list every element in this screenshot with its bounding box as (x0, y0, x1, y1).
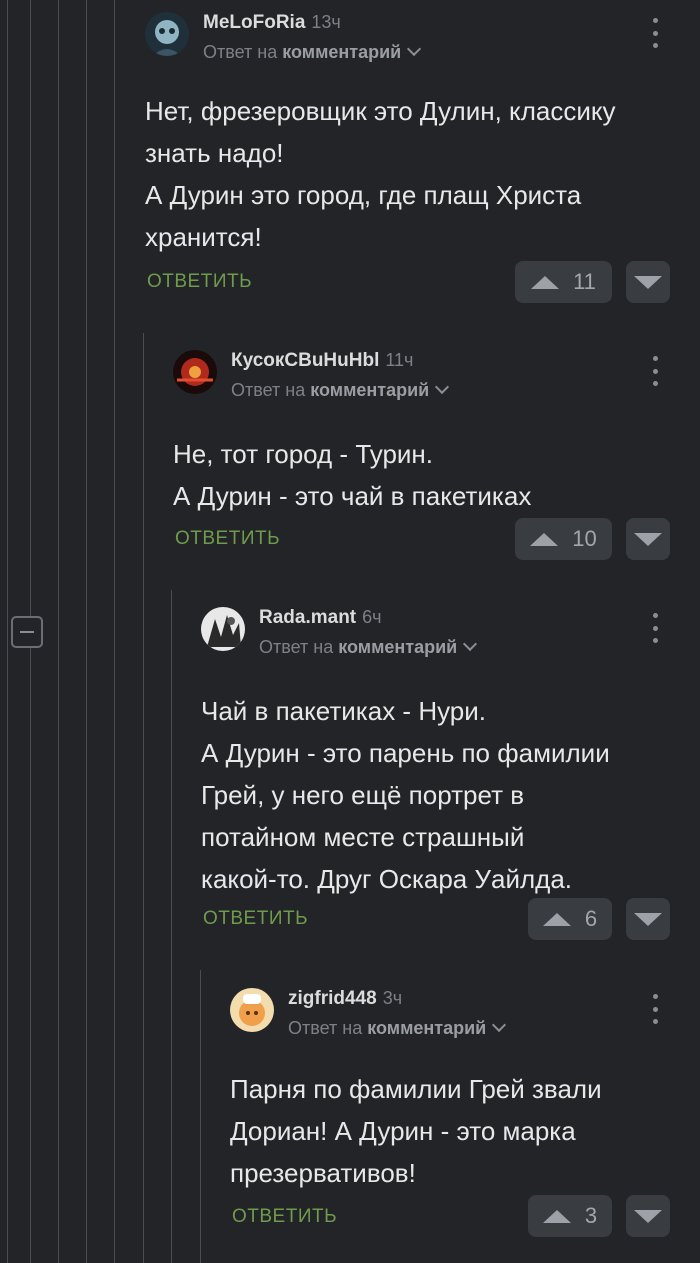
thread-line (143, 333, 144, 1263)
username-text[interactable]: zigfrid448 (288, 988, 377, 1009)
username-text[interactable]: КусокСВuHuHbl (231, 350, 379, 371)
comment-text: Чай в пакетиках - Нури. А Дурин - это па… (201, 690, 610, 900)
reply-to[interactable]: Ответ на комментарий (231, 379, 450, 401)
comment-line: Парня по фамилии Грей звали (230, 1074, 602, 1104)
reply-button[interactable]: ОТВЕТИТЬ (147, 271, 252, 293)
downvote-button[interactable] (626, 261, 670, 303)
reply-prefix: Ответ на (231, 380, 306, 400)
downvote-button[interactable] (626, 898, 670, 940)
rating-count: 6 (584, 906, 598, 931)
comment-line: Чай в пакетиках - Нури. (201, 696, 487, 726)
comment-line: потайном месте страшный (201, 822, 525, 852)
username-text[interactable]: Rada.mant (259, 607, 356, 628)
kebab-menu-icon[interactable] (643, 994, 667, 1024)
thread-line (200, 970, 201, 1263)
chevron-down-icon (435, 379, 450, 395)
comment: Rada.mant 6ч Ответ на комментарий Чай в п… (201, 607, 670, 947)
username[interactable]: zigfrid448 3ч (288, 988, 402, 1010)
avatar[interactable] (173, 350, 217, 394)
kebab-menu-icon[interactable] (643, 356, 667, 386)
thread-line (7, 0, 8, 1263)
rating-count: 10 (572, 526, 597, 551)
username[interactable]: MeLoFoRia 13ч (203, 12, 341, 34)
comment-line: презервативов! (230, 1158, 416, 1188)
thread-line (171, 590, 172, 1263)
rating-count: 3 (584, 1203, 598, 1228)
comment-text: Нет, фрезеровщик это Дулин, классику зна… (145, 90, 616, 258)
username-text[interactable]: MeLoFoRia (203, 12, 305, 33)
avatar[interactable] (230, 988, 274, 1032)
comment-time: 11ч (385, 350, 414, 370)
downvote-icon (634, 1209, 662, 1223)
reply-prefix: Ответ на (288, 1018, 363, 1038)
collapse-icon (20, 631, 34, 633)
upvote-icon (531, 275, 560, 289)
chevron-down-icon (463, 636, 478, 652)
comment-line: какой-то. Друг Оскара Уайлда. (201, 864, 573, 894)
kebab-menu-icon[interactable] (643, 18, 667, 48)
downvote-icon (634, 532, 662, 546)
comment-text: Парня по фамилии Грей звали Дориан! А Ду… (230, 1068, 602, 1194)
reply-prefix: Ответ на (203, 42, 278, 62)
username[interactable]: КусокСВuHuHbl 11ч (231, 350, 413, 372)
upvote-icon (542, 912, 571, 926)
upvote-icon (530, 532, 559, 546)
chevron-down-icon (407, 41, 422, 57)
upvote-button[interactable]: 10 (515, 518, 612, 560)
comment-line: А Дурин - это чай в пакетиках (173, 481, 532, 511)
kebab-menu-icon[interactable] (643, 613, 667, 643)
comment-line: знать надо! (145, 138, 284, 168)
downvote-icon (634, 275, 662, 289)
upvote-button[interactable]: 3 (528, 1195, 612, 1237)
reply-target-link[interactable]: комментарий (282, 42, 401, 62)
chevron-down-icon (492, 1017, 507, 1033)
downvote-icon (634, 912, 662, 926)
comment-line: А Дурин это город, где плащ Христа (145, 180, 582, 210)
thread-line (58, 0, 59, 1263)
comment: MeLoFoRia 13ч Ответ на комментарий Нет, ф… (145, 12, 670, 312)
thread-line (86, 0, 87, 1263)
comment-line: Не, тот город - Турин. (173, 439, 434, 469)
reply-to[interactable]: Ответ на комментарий (203, 41, 422, 63)
username[interactable]: Rada.mant 6ч (259, 607, 382, 629)
avatar[interactable] (145, 12, 189, 56)
comment-time: 13ч (311, 12, 341, 32)
rating-count: 11 (573, 269, 596, 294)
comment-time: 3ч (382, 988, 403, 1008)
reply-to[interactable]: Ответ на комментарий (288, 1017, 507, 1039)
avatar[interactable] (201, 607, 245, 651)
comment-line: хранится! (145, 222, 262, 252)
reply-button[interactable]: ОТВЕТИТЬ (232, 1206, 337, 1228)
reply-to[interactable]: Ответ на комментарий (259, 636, 478, 658)
reply-button[interactable]: ОТВЕТИТЬ (203, 908, 308, 930)
downvote-button[interactable] (626, 1195, 670, 1237)
comment-line: А Дурин - это парень по фамилии (201, 738, 610, 768)
reply-target-link[interactable]: комментарий (367, 1018, 486, 1038)
reply-prefix: Ответ на (259, 637, 334, 657)
upvote-button[interactable]: 11 (515, 261, 612, 303)
reply-target-link[interactable]: комментарий (338, 637, 457, 657)
reply-button[interactable]: ОТВЕТИТЬ (175, 528, 280, 550)
downvote-button[interactable] (626, 518, 670, 560)
comment-line: Дориан! А Дурин - это марка (230, 1116, 576, 1146)
comment-line: Нет, фрезеровщик это Дулин, классику (145, 96, 616, 126)
reply-target-link[interactable]: комментарий (310, 380, 429, 400)
upvote-icon (542, 1209, 571, 1223)
comment: zigfrid448 3ч Ответ на комментарий Парня … (230, 988, 670, 1248)
comment-time: 6ч (362, 607, 382, 627)
upvote-button[interactable]: 6 (528, 898, 612, 940)
comment-text: Не, тот город - Турин. А Дурин - это чай… (173, 433, 531, 517)
collapse-thread-button[interactable] (11, 616, 43, 648)
comment-line: Грей, у него ещё портрет в (201, 780, 525, 810)
thread-line (114, 0, 115, 1263)
comment: КусокСВuHuHbl 11ч Ответ на комментарий Не… (173, 350, 670, 570)
